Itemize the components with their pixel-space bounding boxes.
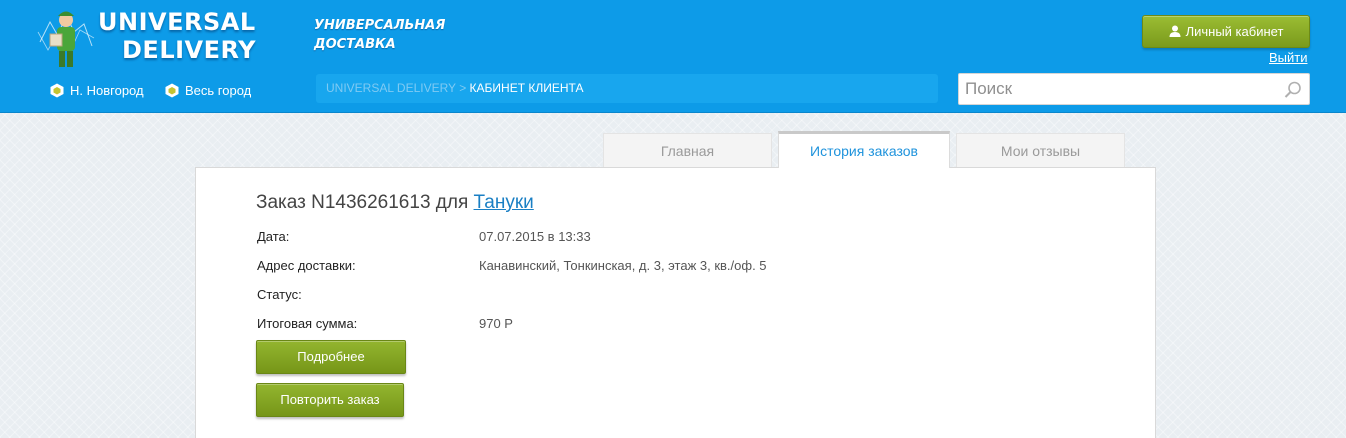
logo-line-1: UNIVERSAL <box>98 8 256 36</box>
search-icon[interactable] <box>1283 80 1303 100</box>
courier-mascot-icon <box>37 11 95 67</box>
location-hex-icon <box>50 83 64 98</box>
search-input[interactable] <box>959 74 1277 104</box>
order-panel: Заказ N1436261613 для Тануки Дата: 07.07… <box>195 167 1156 438</box>
restaurant-link[interactable]: Тануки <box>474 192 534 213</box>
field-label: Итоговая сумма: <box>257 316 358 331</box>
order-title: Заказ N1436261613 для Тануки <box>256 192 534 214</box>
logo-line-2: DELIVERY <box>122 36 257 64</box>
account-button[interactable]: Личный кабинет <box>1142 15 1310 48</box>
field-label: Дата: <box>257 229 290 244</box>
site-header: UNIVERSAL DELIVERY УНИВЕРСАЛЬНАЯ ДОСТАВК… <box>0 0 1346 113</box>
tab-order-history[interactable]: История заказов <box>778 131 950 168</box>
field-label: Статус: <box>257 287 302 302</box>
breadcrumb-current: КАБИНЕТ КЛИЕНТА <box>469 81 584 95</box>
site-tagline: УНИВЕРСАЛЬНАЯ ДОСТАВКА <box>314 16 445 54</box>
tab-my-reviews[interactable]: Мои отзывы <box>956 133 1125 167</box>
field-value: 07.07.2015 в 13:33 <box>479 229 591 244</box>
field-value: 970 Р <box>479 316 513 331</box>
tab-main[interactable]: Главная <box>603 133 772 167</box>
search-box <box>958 73 1310 105</box>
order-title-prefix: Заказ N1436261613 для <box>256 192 469 213</box>
breadcrumb-separator: > <box>459 81 467 95</box>
tagline-line-1: УНИВЕРСАЛЬНАЯ <box>314 18 446 33</box>
city-label: Весь город <box>185 83 252 98</box>
city-link-nnovgorod[interactable]: Н. Новгород <box>50 82 144 100</box>
breadcrumb: UNIVERSAL DELIVERY > КАБИНЕТ КЛИЕНТА <box>316 74 938 103</box>
location-hex-icon <box>165 83 179 98</box>
user-icon <box>1169 25 1181 38</box>
city-link-whole-city[interactable]: Весь город <box>165 82 251 100</box>
tagline-line-2: ДОСТАВКА <box>314 37 396 52</box>
logo-wordmark: UNIVERSAL DELIVERY <box>98 8 256 64</box>
field-label: Адрес доставки: <box>257 258 356 273</box>
site-logo[interactable]: UNIVERSAL DELIVERY <box>36 2 276 74</box>
account-button-label: Личный кабинет <box>1185 24 1284 39</box>
city-label: Н. Новгород <box>70 83 144 98</box>
field-value: Канавинский, Тонкинская, д. 3, этаж 3, к… <box>479 258 767 273</box>
breadcrumb-root[interactable]: UNIVERSAL DELIVERY <box>326 81 456 95</box>
repeat-order-button[interactable]: Повторить заказ <box>256 383 404 417</box>
details-button[interactable]: Подробнее <box>256 340 406 374</box>
logout-link[interactable]: Выйти <box>1269 50 1308 65</box>
